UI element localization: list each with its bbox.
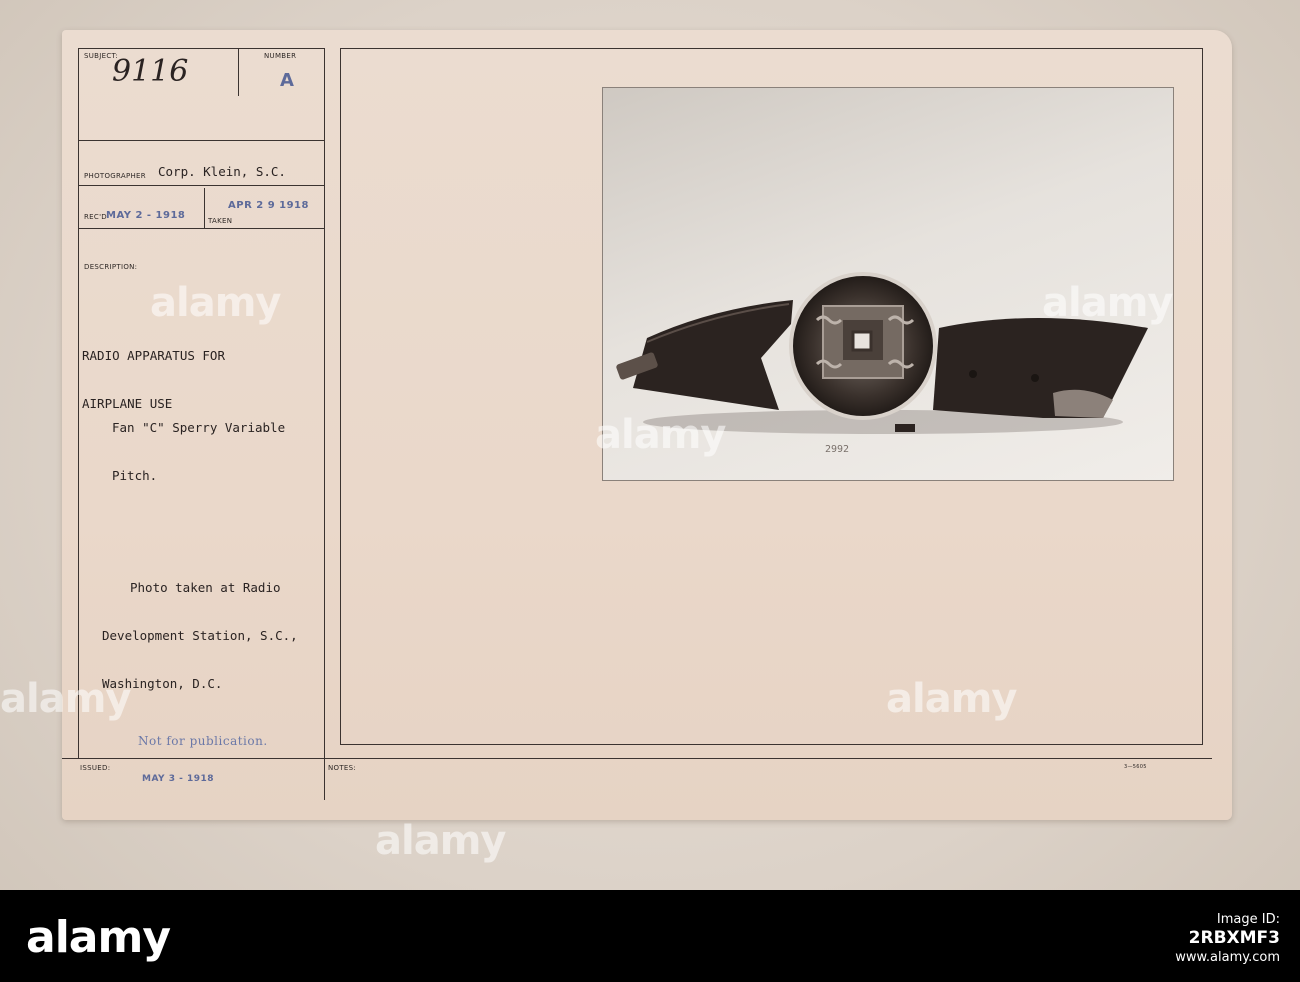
detail-line: Pitch. [112, 468, 158, 483]
photo-negative-number: 2992 [825, 444, 850, 455]
photo-panel-top [340, 48, 1202, 49]
watermark: alamy [0, 676, 131, 722]
description-line: RADIO APPARATUS FOR [82, 348, 225, 363]
issued-label: ISSUED: [80, 764, 111, 772]
watermark: alamy [375, 818, 506, 864]
location-text: Photo taken at Radio Development Station… [102, 548, 298, 724]
issued-value: MAY 3 - 1918 [142, 774, 215, 784]
card-left-border [78, 48, 79, 758]
detail-line: Fan "C" Sperry Variable [112, 420, 286, 435]
card-top-border [78, 48, 324, 49]
received-value: MAY 2 - 1918 [106, 210, 186, 221]
footer-brand-logo: alamy [26, 912, 171, 963]
image-id-caption: Image ID: [1140, 912, 1280, 927]
watermark: alamy [150, 280, 281, 326]
location-line: Washington, D.C. [102, 676, 223, 691]
bottom-rule [62, 758, 1212, 759]
number-label: NUMBER [264, 52, 297, 60]
image-id-label: Image ID: [1216, 912, 1280, 927]
restriction-stamp: Not for publication. [138, 734, 268, 748]
location-line: Development Station, S.C., [102, 628, 298, 643]
watermark: alamy [595, 412, 726, 458]
description-label: DESCRIPTION: [84, 263, 138, 271]
photo-panel-bottom [340, 744, 1203, 745]
dates-rule [78, 228, 324, 229]
number-value: A [280, 70, 295, 91]
subject-value: 9116 [112, 54, 189, 89]
detail-text: Fan "C" Sperry Variable Pitch. [112, 388, 285, 516]
image-id-value: 2RBXMF3 [1188, 928, 1280, 948]
taken-value: APR 2 9 1918 [228, 200, 309, 211]
watermark: alamy [886, 676, 1017, 722]
stock-footer-bar [0, 890, 1300, 982]
photographer-label: PHOTOGRAPHER [84, 172, 146, 180]
header-rule [78, 140, 324, 141]
location-line: Photo taken at Radio [130, 580, 281, 595]
received-label: REC'D [84, 213, 107, 221]
notes-label: NOTES: [328, 764, 357, 772]
taken-label: TAKEN [208, 217, 233, 225]
dates-divider [204, 188, 205, 228]
photo-panel-left [340, 48, 341, 744]
subject-number-divider [238, 48, 239, 96]
photographer-value: Corp. Klein, S.C. [158, 164, 286, 179]
photo-panel-right [1202, 48, 1203, 744]
column-divider [324, 48, 325, 800]
photographer-rule [78, 185, 324, 186]
watermark: alamy [1042, 280, 1173, 326]
form-code: 3—5605 [1124, 764, 1147, 770]
site-url: www.alamy.com [1175, 950, 1280, 965]
